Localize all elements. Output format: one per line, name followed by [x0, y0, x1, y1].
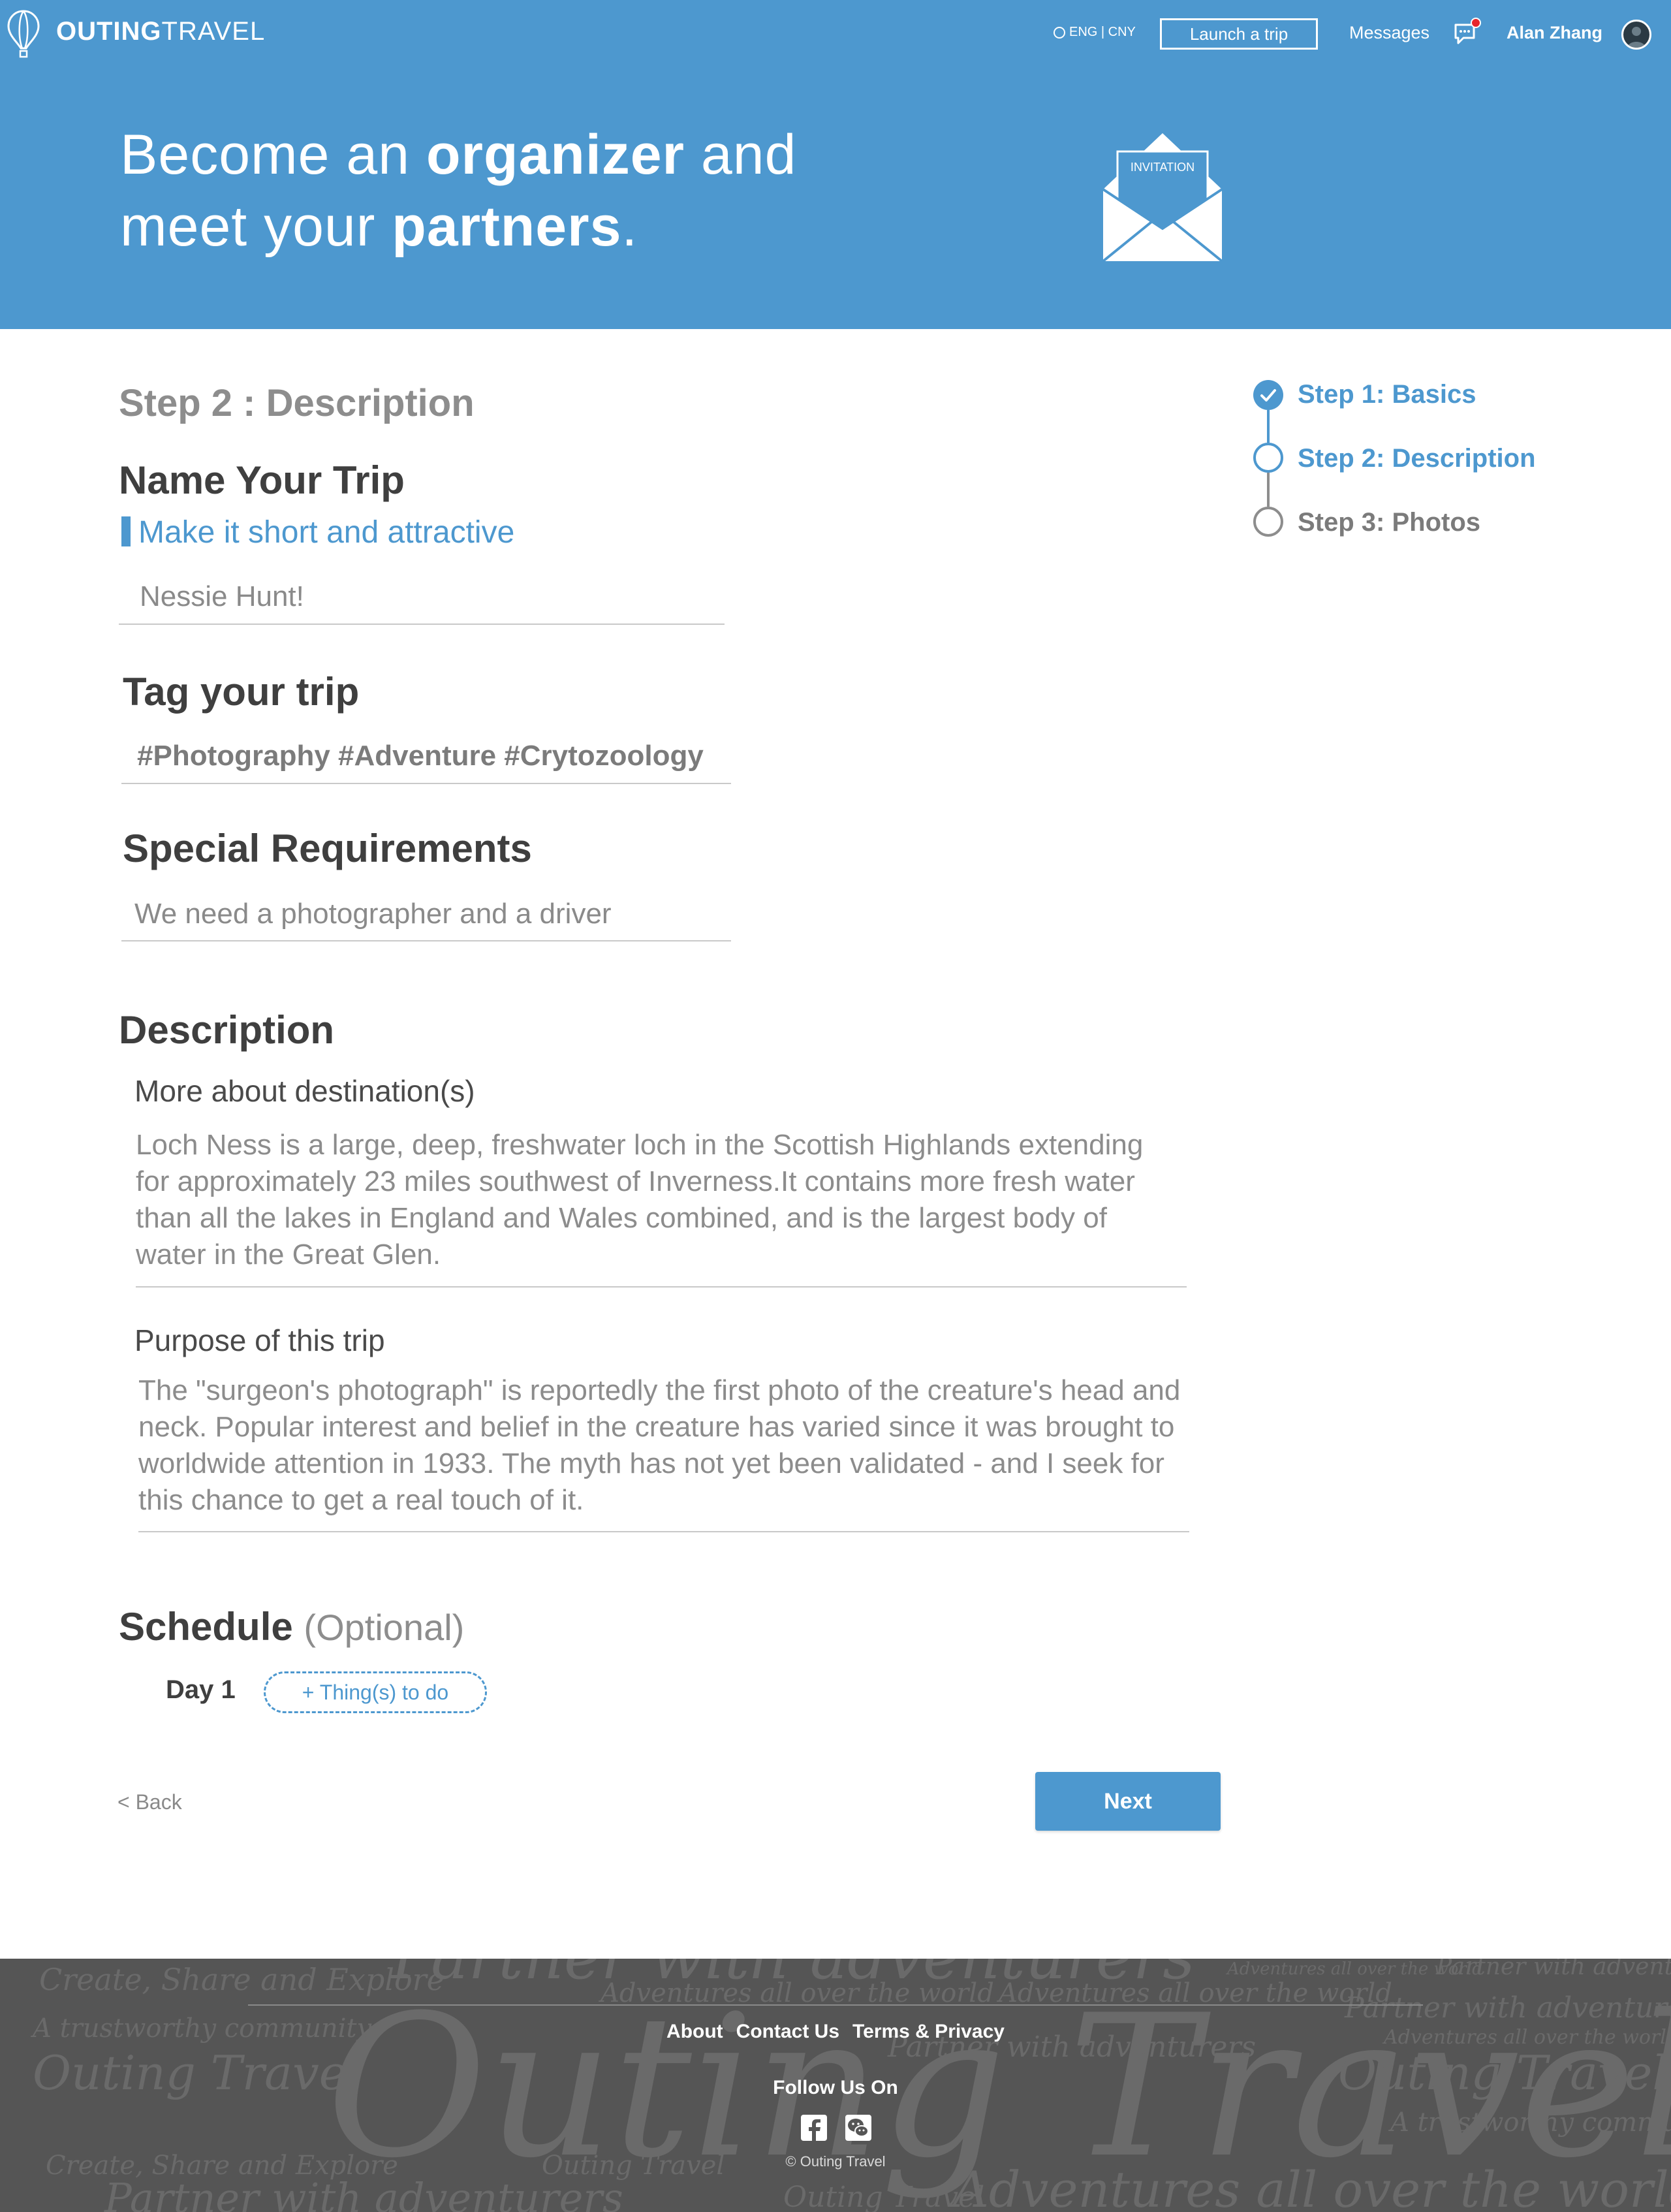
brand-logo-text[interactable]: OUTINGTRAVEL	[56, 13, 265, 50]
destination-subheading: More about destination(s)	[134, 1074, 475, 1108]
footer-link-contact[interactable]: Contact Us	[736, 2021, 839, 2042]
stepper-step-basics[interactable]: Step 1: Basics	[1298, 376, 1476, 413]
checkmark-icon	[1260, 389, 1276, 402]
svg-text:Outing Travel: Outing Travel	[783, 2181, 984, 2212]
hero-title: Become an organizer and meet your partne…	[120, 119, 796, 262]
follow-us-label: Follow Us On	[773, 2077, 898, 2098]
hint-accent-bar	[121, 516, 131, 546]
envelope-label: INVITATION	[1131, 161, 1195, 174]
hero-line-2: meet your partners.	[120, 195, 638, 258]
add-things-to-do-button[interactable]: + Thing(s) to do	[264, 1671, 487, 1713]
language-label: ENG | CNY	[1069, 25, 1136, 39]
tag-trip-heading: Tag your trip	[123, 670, 360, 714]
name-hint: Make it short and attractive	[121, 512, 514, 554]
stepper-connector	[1267, 410, 1270, 443]
name-hint-text: Make it short and attractive	[138, 515, 515, 550]
hot-air-balloon-icon[interactable]	[7, 9, 40, 59]
chat-bubble-icon[interactable]	[1453, 17, 1482, 47]
purpose-subheading: Purpose of this trip	[134, 1323, 385, 1357]
svg-text:Partner with adventurers: Partner with adventurers	[1435, 1959, 1671, 1980]
special-requirements-underline	[121, 940, 731, 941]
wechat-icon[interactable]	[845, 2114, 872, 2141]
name-trip-heading: Name Your Trip	[119, 458, 405, 502]
stepper-step-description[interactable]: Step 2: Description	[1298, 440, 1536, 477]
stepper-connector	[1267, 473, 1270, 507]
messages-link[interactable]: Messages	[1349, 20, 1429, 46]
svg-text:Create, Share and Explore: Create, Share and Explore	[39, 1962, 445, 1997]
avatar-silhouette-icon	[1627, 27, 1646, 48]
day-label: Day 1	[166, 1675, 236, 1704]
footer-link-about[interactable]: About	[666, 2021, 723, 2042]
trip-name-input[interactable]: Nessie Hunt!	[140, 577, 304, 616]
globe-icon	[1054, 27, 1065, 39]
svg-text:A trustworthy community: A trustworthy community	[1388, 2108, 1671, 2138]
language-currency-switch[interactable]: ENG | CNY	[1054, 22, 1136, 42]
facebook-icon[interactable]	[800, 2114, 828, 2141]
footer-link-terms[interactable]: Terms & Privacy	[852, 2021, 1005, 2042]
purpose-textarea[interactable]: The "surgeon's photograph" is reportedly…	[138, 1372, 1183, 1519]
step-upcoming-circle-icon[interactable]	[1253, 507, 1283, 537]
tags-input[interactable]: #Photography #Adventure #Crytozoology	[137, 736, 704, 776]
schedule-heading: Schedule (Optional)	[119, 1601, 464, 1654]
hero-line-1: Become an organizer and	[120, 123, 797, 186]
description-heading: Description	[119, 1008, 335, 1052]
special-requirements-heading: Special Requirements	[123, 827, 532, 870]
trip-name-underline	[119, 624, 725, 625]
tags-underline	[121, 783, 731, 784]
logo-bold-text: OUTING	[56, 17, 162, 46]
step-completed-check-icon[interactable]	[1253, 380, 1283, 410]
footer-divider	[248, 2004, 1423, 2006]
user-avatar[interactable]	[1621, 20, 1651, 50]
schedule-heading-text: Schedule	[119, 1605, 293, 1649]
step-title: Step 2 : Description	[119, 382, 475, 424]
invitation-envelope-icon: INVITATION	[1102, 133, 1223, 262]
schedule-optional-text: (Optional)	[304, 1607, 465, 1648]
footer-links: About Contact Us Terms & Privacy	[0, 2016, 1671, 2047]
launch-trip-button[interactable]: Launch a trip	[1160, 18, 1318, 50]
destination-textarea[interactable]: Loch Ness is a large, deep, freshwater l…	[136, 1127, 1180, 1273]
user-name[interactable]: Alan Zhang	[1507, 20, 1602, 46]
purpose-underline	[138, 1531, 1189, 1532]
back-link[interactable]: < Back	[117, 1788, 182, 1816]
next-button[interactable]: Next	[1035, 1772, 1221, 1831]
copyright-text: © Outing Travel	[785, 2153, 886, 2170]
destination-underline	[136, 1286, 1187, 1288]
stepper-step-photos[interactable]: Step 3: Photos	[1298, 504, 1480, 541]
header-banner: OUTINGTRAVEL ENG | CNY Launch a trip Mes…	[0, 0, 1671, 329]
special-requirements-input[interactable]: We need a photographer and a driver	[134, 894, 612, 934]
step-current-circle-icon[interactable]	[1253, 443, 1283, 473]
footer: Outing Travel Create, Share and Explore …	[0, 1959, 1671, 2212]
logo-light-text: TRAVEL	[161, 17, 266, 46]
notification-dot	[1471, 18, 1481, 28]
